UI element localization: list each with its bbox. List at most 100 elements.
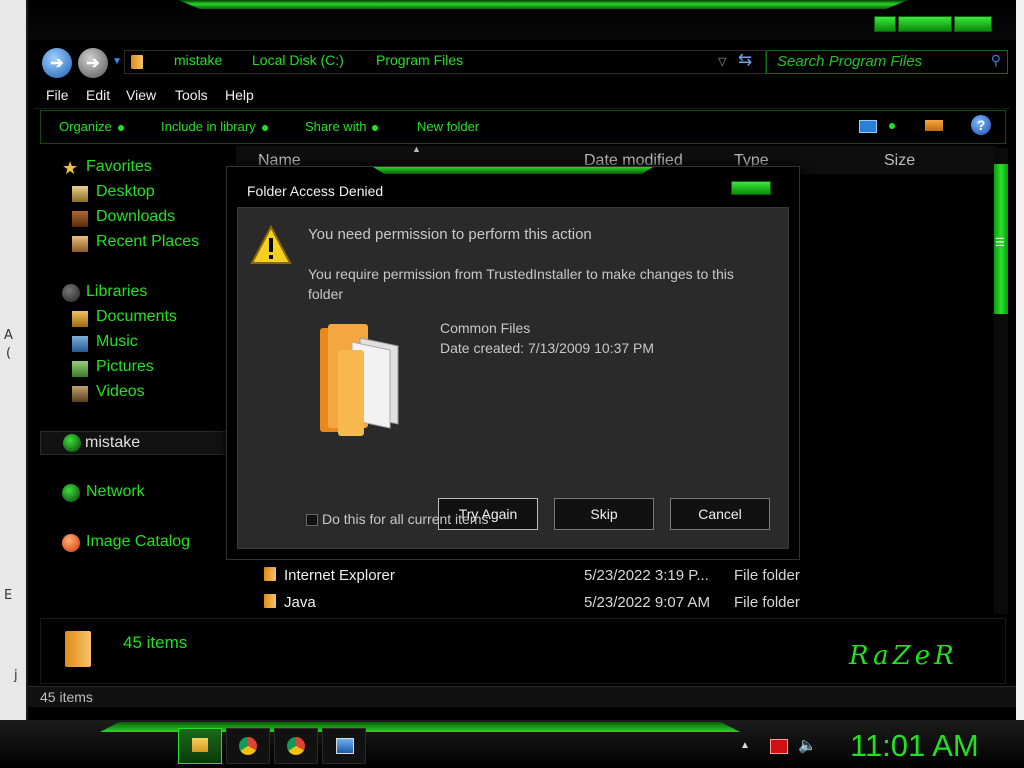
folder-icon (131, 55, 143, 69)
address-dropdown-icon[interactable]: ▽ (718, 55, 726, 68)
file-row-type: File folder (734, 567, 800, 584)
dialog-message-1: You require permission from TrustedInsta… (308, 266, 734, 282)
nav-favorites[interactable]: Favorites (86, 158, 152, 176)
warning-icon (250, 224, 292, 264)
taskbar-clock[interactable]: 11:01 AM (850, 728, 979, 764)
dropdown-dot-icon (372, 124, 379, 131)
taskbar-chrome-button[interactable] (226, 728, 270, 764)
homegroup-icon (63, 434, 81, 452)
new-folder-label: New folder (417, 119, 480, 134)
nav-recent-places[interactable]: Recent Places (96, 233, 199, 251)
details-pane: 45 items RaZeR (40, 618, 1006, 684)
show-hidden-icons[interactable]: ▲ (740, 740, 750, 751)
dialog-message-2: folder (308, 286, 344, 302)
help-icon[interactable]: ? (971, 115, 991, 135)
taskbar-chrome-button-2[interactable] (274, 728, 318, 764)
close-button[interactable] (954, 16, 992, 32)
menu-edit[interactable]: Edit (86, 87, 110, 103)
preview-pane-icon[interactable] (925, 120, 943, 131)
search-icon[interactable]: ⚲ (991, 52, 1001, 69)
dialog-close-button[interactable] (731, 181, 771, 195)
dialog-body: You need permission to perform this acti… (237, 207, 789, 549)
app-window-icon (336, 738, 354, 754)
folder-icon (264, 594, 276, 608)
music-icon (72, 336, 88, 352)
command-bar: Organize Include in library Share with N… (40, 110, 1006, 144)
details-item-count: 45 items (123, 633, 188, 652)
recent-places-icon (72, 236, 88, 252)
file-row-date: 5/23/2022 3:19 P... (584, 567, 709, 584)
nav-homegroup-selected[interactable]: mistake (40, 431, 230, 455)
documents-icon (72, 311, 88, 327)
new-folder-button[interactable]: New folder (417, 119, 479, 134)
cancel-button[interactable]: Cancel (670, 498, 770, 530)
dropdown-dot-icon (261, 124, 268, 131)
nav-network[interactable]: Network (86, 483, 145, 501)
tray-icon[interactable] (770, 739, 788, 754)
apply-all-label: Do this for all current items (322, 511, 489, 527)
network-icon (62, 484, 80, 502)
column-size[interactable]: Size (884, 152, 915, 170)
desktop-icon (72, 186, 88, 202)
skip-button[interactable]: Skip (554, 498, 654, 530)
desktop-text: A (4, 328, 13, 343)
search-box[interactable]: Search Program Files ⚲ (766, 50, 1008, 74)
dialog-heading: You need permission to perform this acti… (308, 226, 592, 243)
include-library-button[interactable]: Include in library (161, 119, 268, 134)
file-row-name[interactable]: Internet Explorer (284, 567, 395, 584)
nav-desktop[interactable]: Desktop (96, 183, 155, 201)
chrome-icon (287, 737, 305, 755)
nav-downloads[interactable]: Downloads (96, 208, 175, 226)
minimize-button[interactable] (874, 16, 896, 32)
arrow-left-icon: ➔ (50, 55, 64, 72)
desktop-text: j (14, 668, 18, 683)
sort-arrow-icon: ▲ (412, 144, 421, 154)
refresh-icon[interactable]: ⇆ (738, 50, 752, 70)
status-bar: 45 items (28, 686, 1016, 707)
nav-libraries[interactable]: Libraries (86, 283, 147, 301)
nav-documents[interactable]: Documents (96, 308, 177, 326)
item-date: Date created: 7/13/2009 10:37 PM (440, 340, 655, 356)
maximize-button[interactable] (898, 16, 952, 32)
back-button[interactable]: ➔ (42, 48, 72, 78)
file-row-date: 5/23/2022 9:07 AM (584, 594, 710, 611)
volume-icon[interactable]: 🔈 (798, 736, 817, 754)
breadcrumb-program-files[interactable]: Program Files (376, 52, 463, 68)
razer-logo: RaZeR (849, 641, 958, 671)
nav-homegroup-label: mistake (85, 434, 141, 451)
nav-videos[interactable]: Videos (96, 383, 145, 401)
share-with-button[interactable]: Share with (305, 119, 379, 134)
breadcrumb-local-disk[interactable]: Local Disk (C:) (252, 52, 344, 68)
folder-icon (264, 567, 276, 581)
common-files-folder-icon (320, 324, 399, 436)
menu-bar: File Edit View Tools Help (34, 84, 1010, 109)
view-dropdown-icon[interactable] (889, 123, 895, 129)
taskbar-explorer-button[interactable] (178, 728, 222, 764)
breadcrumb-mistake[interactable]: mistake (174, 52, 222, 68)
pictures-icon (72, 361, 88, 377)
view-options-icon[interactable] (859, 120, 877, 133)
libraries-icon (62, 284, 80, 302)
organize-button[interactable]: Organize (59, 119, 124, 134)
nav-pictures[interactable]: Pictures (96, 358, 154, 376)
dialog-accent (373, 167, 653, 174)
menu-tools[interactable]: Tools (175, 87, 208, 103)
grip-icon: ☰ (995, 237, 1005, 249)
menu-help[interactable]: Help (225, 87, 254, 103)
folder-icon (192, 738, 208, 752)
menu-file[interactable]: File (46, 87, 69, 103)
apply-all-checkbox[interactable] (306, 514, 318, 526)
file-row-name[interactable]: Java (284, 594, 316, 611)
desktop-text: ( (6, 346, 12, 361)
forward-button[interactable]: ➔ (78, 48, 108, 78)
nav-music[interactable]: Music (96, 333, 138, 351)
menu-view[interactable]: View (126, 87, 156, 103)
organize-label: Organize (59, 119, 112, 134)
nav-image-catalog[interactable]: Image Catalog (86, 533, 190, 551)
file-row-type: File folder (734, 594, 800, 611)
downloads-icon (72, 211, 88, 227)
dialog-title: Folder Access Denied (247, 183, 384, 199)
taskbar-app-button[interactable] (322, 728, 366, 764)
chrome-icon (239, 737, 257, 755)
history-dropdown-icon[interactable]: ▼ (112, 56, 122, 67)
